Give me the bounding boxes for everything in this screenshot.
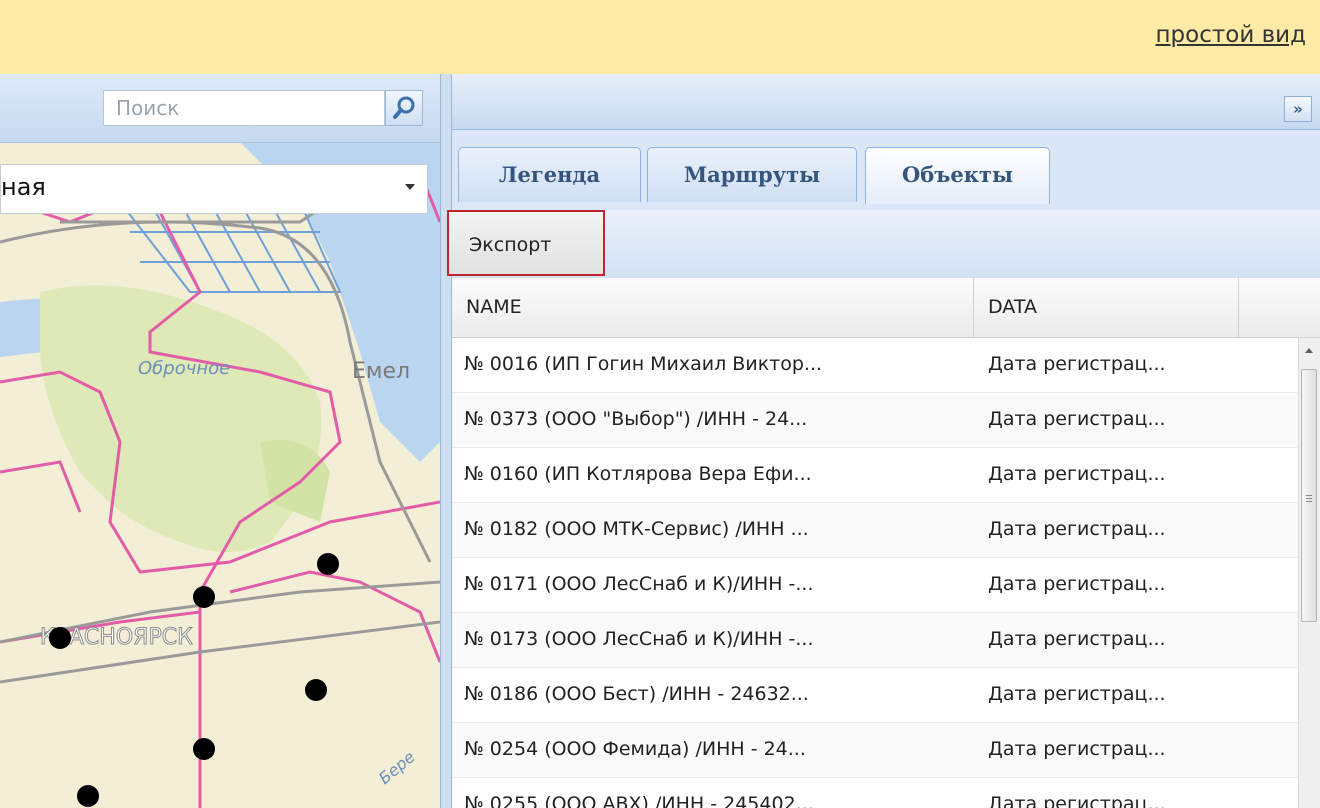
grip-icon <box>1306 495 1312 496</box>
table-row[interactable]: № 0173 (ООО ЛесСнаб и К)/ИНН -... Дата р… <box>452 613 1298 668</box>
map-marker[interactable] <box>49 627 71 649</box>
table-row[interactable]: № 0186 (ООО Бест) /ИНН - 24632... Дата р… <box>452 668 1298 723</box>
search-icon <box>393 96 415 119</box>
cell-data: Дата регистрац... <box>988 573 1166 595</box>
cell-name: № 0373 (ООО "Выбор") /ИНН - 24... <box>464 408 808 430</box>
cell-name: № 0171 (ООО ЛесСнаб и К)/ИНН -... <box>464 573 814 595</box>
map-label-emel: Емел <box>352 359 410 384</box>
cell-name: № 0173 (ООО ЛесСнаб и К)/ИНН -... <box>464 628 814 650</box>
simple-view-link[interactable]: простой вид <box>1156 22 1307 48</box>
cell-name: № 0254 (ООО Фемида) /ИНН - 24... <box>464 738 806 760</box>
scroll-thumb[interactable] <box>1301 369 1317 622</box>
map-toolbar: Поиск <box>0 74 440 143</box>
cell-data: Дата регистрац... <box>988 353 1166 375</box>
grid-rows: № 0016 (ИП Гогин Михаил Виктор... Дата р… <box>452 338 1298 808</box>
export-button[interactable]: Экспорт <box>447 210 605 276</box>
map-layer-select-value: ная <box>1 173 46 201</box>
cell-data: Дата регистрац... <box>988 683 1166 705</box>
map-marker[interactable] <box>193 738 215 760</box>
table-row[interactable]: № 0255 (ООО АВХ) /ИНН - 245402... Дата р… <box>452 778 1298 808</box>
cell-name: № 0016 (ИП Гогин Михаил Виктор... <box>464 353 823 375</box>
tab-legend[interactable]: Легенда <box>458 147 641 202</box>
cell-data: Дата регистрац... <box>988 793 1166 808</box>
cell-data: Дата регистрац... <box>988 738 1166 760</box>
table-row[interactable]: № 0254 (ООО Фемида) /ИНН - 24... Дата ре… <box>452 723 1298 778</box>
table-row[interactable]: № 0171 (ООО ЛесСнаб и К)/ИНН -... Дата р… <box>452 558 1298 613</box>
map-marker[interactable] <box>193 586 215 608</box>
map-panel: Оброчное Емел КРАСНОЯРСК Бере Поиск ная <box>0 74 440 808</box>
chevron-down-icon <box>405 184 415 190</box>
cell-name: № 0160 (ИП Котлярова Вера Ефи... <box>464 463 812 485</box>
panel-splitter[interactable] <box>440 74 452 808</box>
objects-grid: NAME DATA № 0016 (ИП Гогин Михаил Виктор… <box>452 278 1320 808</box>
objects-panel: » Легенда Маршруты Объекты Экспорт NAME … <box>447 74 1320 808</box>
table-row[interactable]: № 0016 (ИП Гогин Михаил Виктор... Дата р… <box>452 338 1298 393</box>
table-row[interactable]: № 0160 (ИП Котлярова Вера Ефи... Дата ре… <box>452 448 1298 503</box>
column-header-data[interactable]: DATA <box>974 278 1239 337</box>
top-bar: простой вид <box>0 0 1320 74</box>
cell-name: № 0186 (ООО Бест) /ИНН - 24632... <box>464 683 809 705</box>
tab-strip: Легенда Маршруты Объекты <box>452 130 1320 210</box>
map-canvas[interactable]: Оброчное Емел КРАСНОЯРСК Бере <box>0 142 440 808</box>
grid-header: NAME DATA <box>452 278 1320 338</box>
map-marker[interactable] <box>305 679 327 701</box>
table-row[interactable]: № 0182 (ООО МТК-Сервис) /ИНН ... Дата ре… <box>452 503 1298 558</box>
tab-routes[interactable]: Маршруты <box>647 147 857 202</box>
grid-toolbar: Экспорт <box>447 210 1320 279</box>
map-marker[interactable] <box>77 785 99 807</box>
tab-objects[interactable]: Объекты <box>865 147 1050 204</box>
panel-header: » <box>452 74 1320 130</box>
map-label-obrochnoe: Оброчное <box>138 358 230 379</box>
cell-data: Дата регистрац... <box>988 518 1166 540</box>
cell-data: Дата регистрац... <box>988 463 1166 485</box>
cell-name: № 0255 (ООО АВХ) /ИНН - 245402... <box>464 793 814 808</box>
cell-data: Дата регистрац... <box>988 628 1166 650</box>
map-layer-select[interactable]: ная <box>0 164 428 214</box>
scroll-up-arrow-icon[interactable] <box>1305 348 1313 353</box>
column-header-name[interactable]: NAME <box>452 278 974 337</box>
map-marker[interactable] <box>317 553 339 575</box>
search-input[interactable]: Поиск <box>103 90 385 126</box>
cell-name: № 0182 (ООО МТК-Сервис) /ИНН ... <box>464 518 809 540</box>
cell-data: Дата регистрац... <box>988 408 1166 430</box>
collapse-panel-button[interactable]: » <box>1284 96 1312 122</box>
table-row[interactable]: № 0373 (ООО "Выбор") /ИНН - 24... Дата р… <box>452 393 1298 448</box>
search-button[interactable] <box>385 90 423 126</box>
grid-scrollbar[interactable] <box>1298 338 1320 808</box>
